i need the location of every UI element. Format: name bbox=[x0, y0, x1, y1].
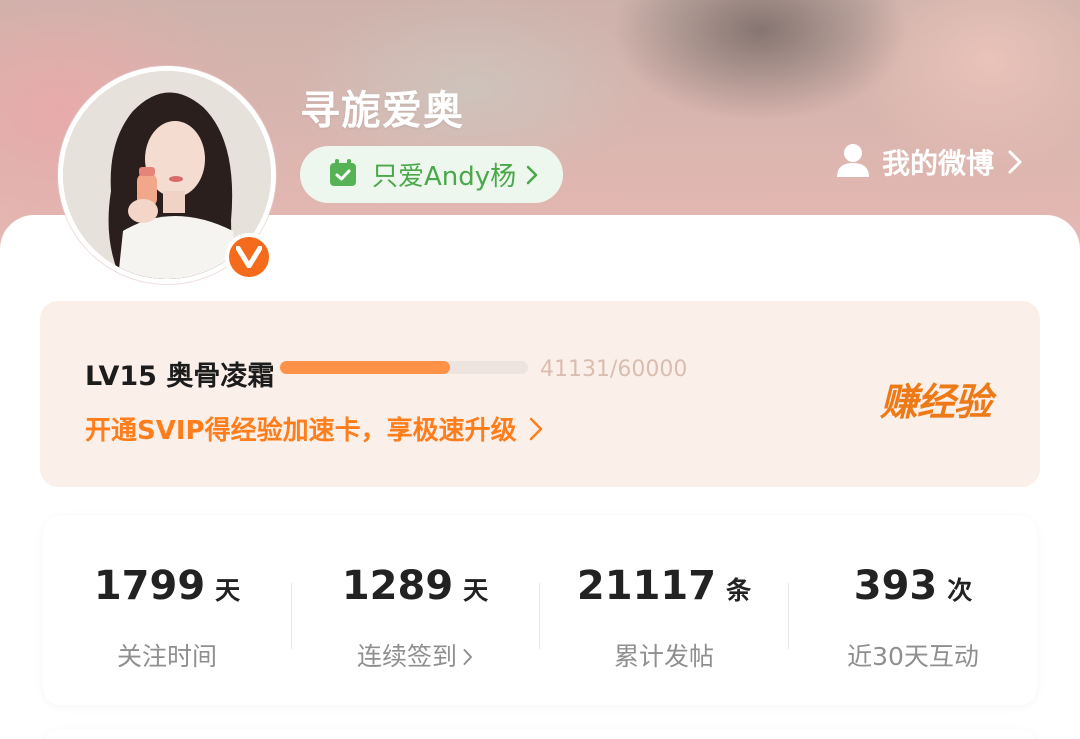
group-chip-button[interactable]: 只爱Andy杨 bbox=[300, 146, 563, 203]
username: 寻旎爱奥 bbox=[300, 88, 464, 134]
earn-exp-button[interactable]: 赚经验 bbox=[880, 371, 992, 426]
svip-upgrade-link[interactable]: 开通SVIP得经验加速卡，享极速升级 bbox=[85, 410, 543, 447]
stat-checkin-streak[interactable]: 1289 天 连续签到 bbox=[291, 515, 539, 705]
stat-unit: 天 bbox=[215, 576, 241, 605]
stat-interactions-30d: 393 次 近30天互动 bbox=[789, 515, 1037, 705]
stat-number: 1289 bbox=[341, 563, 454, 609]
stat-label: 累计发帖 bbox=[613, 642, 714, 671]
stat-unit: 条 bbox=[726, 576, 752, 605]
stat-number: 1799 bbox=[93, 563, 206, 609]
stat-number: 393 bbox=[853, 563, 938, 609]
user-icon bbox=[834, 141, 872, 183]
my-weibo-link[interactable]: 我的微博 bbox=[834, 140, 1022, 184]
chevron-right-icon bbox=[1008, 150, 1022, 174]
next-card bbox=[43, 729, 1037, 739]
profile-page: 寻旎爱奥 只爱Andy杨 我的微博 LV15 奥骨凌霜 41131/60000 … bbox=[0, 0, 1080, 739]
group-chip-label: 只爱Andy杨 bbox=[372, 162, 517, 192]
level-progress-fill bbox=[280, 361, 450, 374]
stat-label: 连续签到 bbox=[356, 642, 457, 671]
stat-unit: 天 bbox=[463, 576, 489, 605]
chevron-right-icon bbox=[463, 644, 473, 673]
chevron-right-icon bbox=[529, 417, 543, 441]
stat-label: 关注时间 bbox=[116, 642, 217, 671]
stat-label-row: 连续签到 bbox=[291, 637, 539, 673]
level-card[interactable]: LV15 奥骨凌霜 41131/60000 开通SVIP得经验加速卡，享极速升级… bbox=[40, 301, 1040, 487]
level-progress-bar bbox=[280, 361, 528, 374]
stat-number: 21117 bbox=[576, 563, 717, 609]
stat-unit: 次 bbox=[947, 576, 973, 605]
my-weibo-label: 我的微博 bbox=[882, 147, 995, 180]
stats-card: 1799 天 关注时间 1289 天 连续签到 21117 条 累计发帖 393 次 bbox=[43, 515, 1037, 705]
svip-link-label: 开通SVIP得经验加速卡，享极速升级 bbox=[85, 416, 517, 446]
level-progress-text: 41131/60000 bbox=[540, 357, 688, 382]
level-title: LV15 奥骨凌霜 bbox=[85, 361, 275, 392]
vip-badge-icon bbox=[225, 233, 273, 281]
calendar-check-icon bbox=[328, 158, 358, 192]
chevron-right-icon bbox=[526, 165, 538, 185]
stat-total-posts: 21117 条 累计发帖 bbox=[540, 515, 788, 705]
stat-follow-time: 1799 天 关注时间 bbox=[43, 515, 291, 705]
stat-label: 近30天互动 bbox=[847, 642, 979, 671]
